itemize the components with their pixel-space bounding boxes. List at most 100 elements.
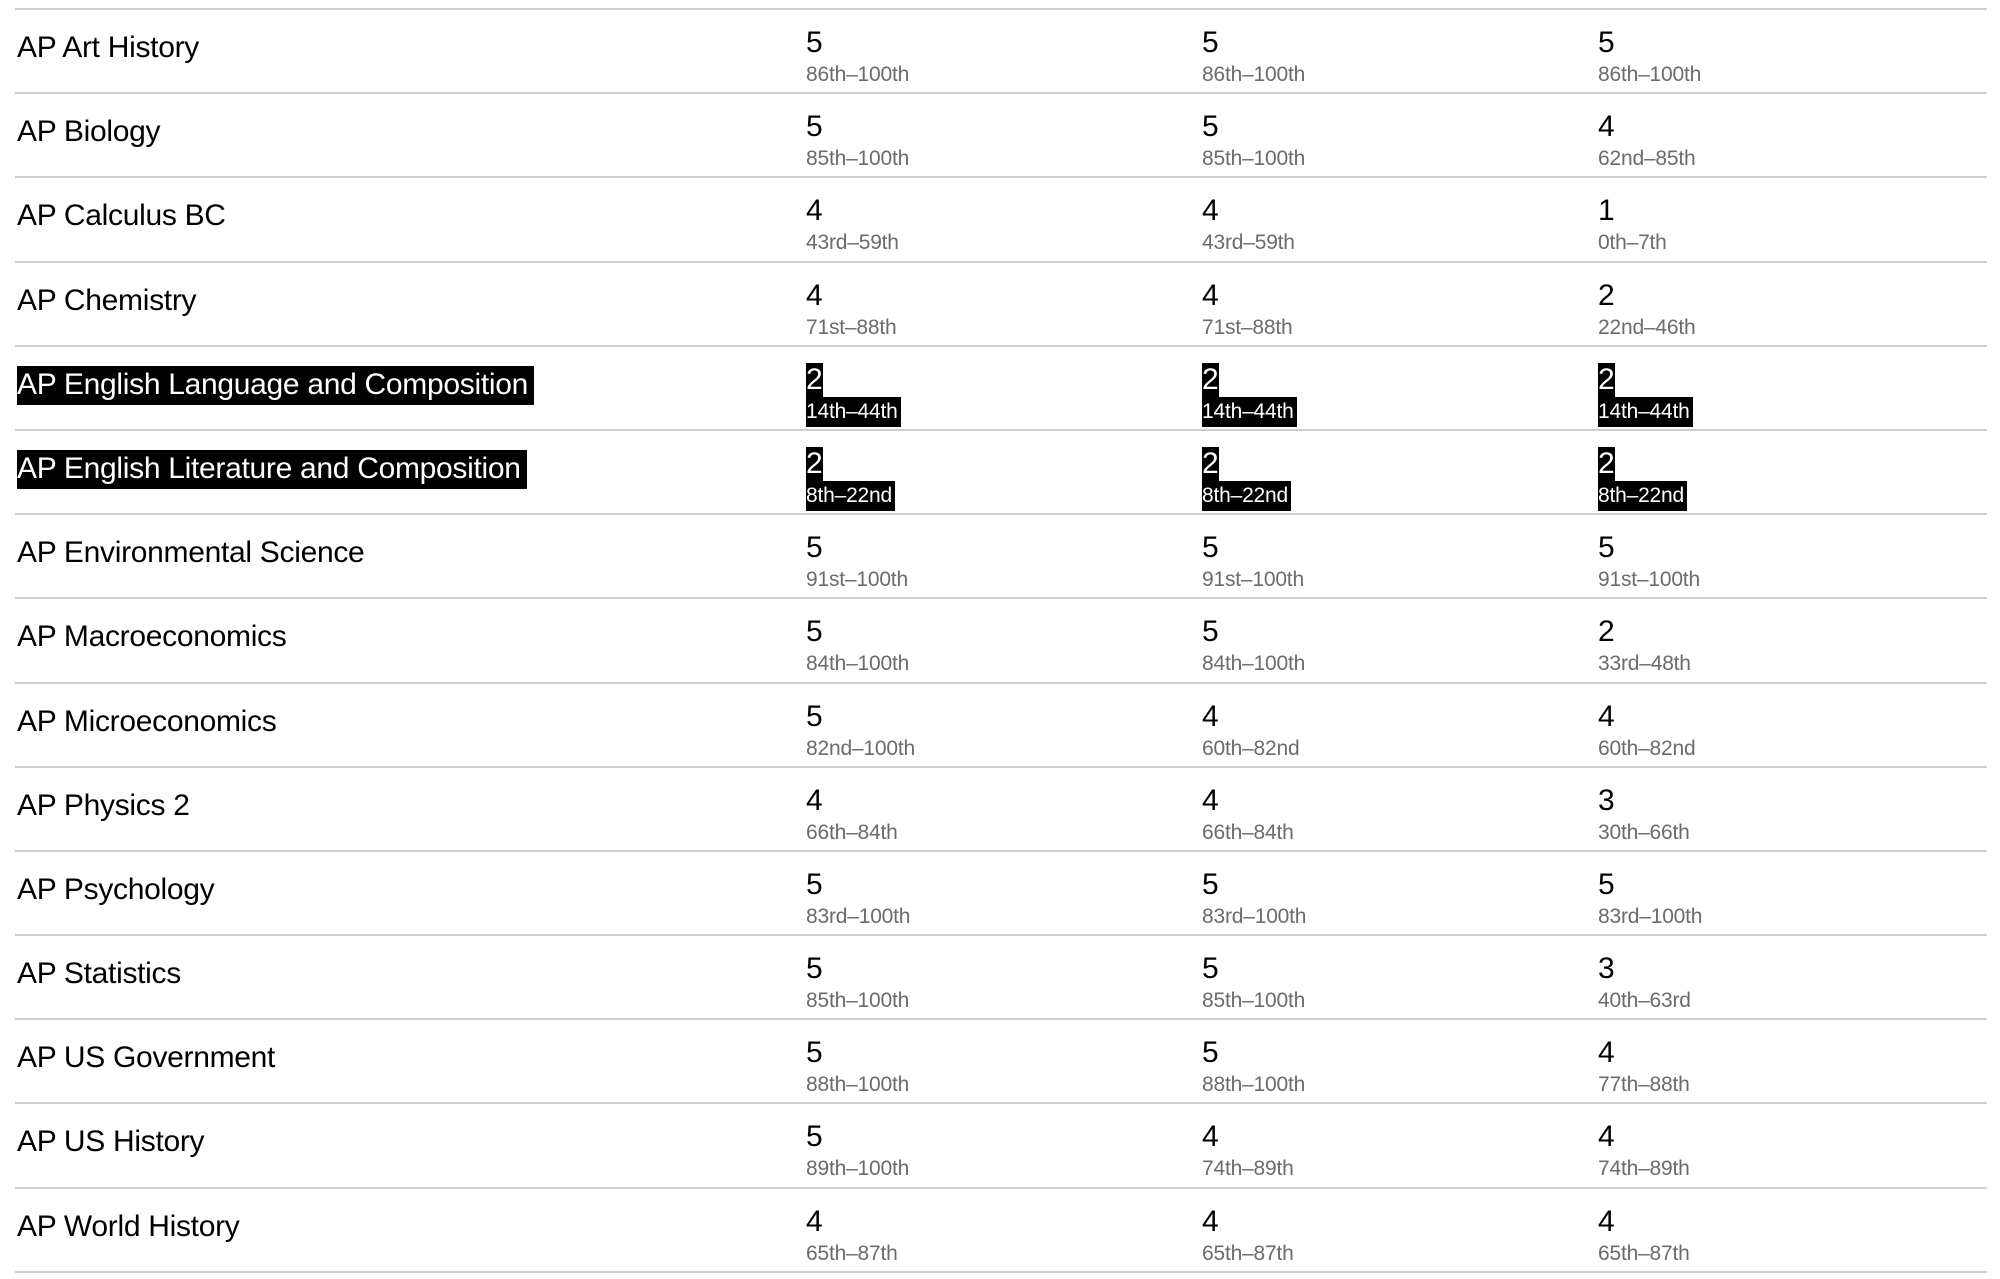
exam-name: AP US History xyxy=(17,1125,205,1159)
score-value: 5 xyxy=(1202,26,1219,59)
score-value: 4 xyxy=(1598,699,1615,733)
score-value: 2 xyxy=(1202,362,1219,397)
percentile-range: 88th–100th xyxy=(1202,1073,1306,1097)
score-value: 4 xyxy=(1598,110,1615,144)
table-row: AP Art History 5 86th–100th 5 86th–100th 5 86t… xyxy=(15,8,1987,92)
table-row: AP English Language and Composition 2 14th… xyxy=(15,344,1987,429)
score-value: 5 xyxy=(1202,110,1219,144)
percentile-range: 82nd–100th xyxy=(806,736,915,760)
result-cell: 5 83rd–100th xyxy=(1598,868,1702,932)
table-row: AP Microeconomics 5 82nd–100th 4 60th–82nd 4 6… xyxy=(15,681,1987,766)
percentile-range: 71st–88th xyxy=(806,315,897,339)
percentile-range: 43rd–59th xyxy=(806,231,899,255)
score-value: 5 xyxy=(1598,531,1615,565)
percentile-range: 66th–84th xyxy=(1202,820,1294,844)
percentile-range: 74th–89th xyxy=(1598,1157,1690,1181)
score-value: 2 xyxy=(1598,278,1615,312)
exam-name: AP Physics 2 xyxy=(17,788,190,822)
exam-name: AP Biology xyxy=(17,115,161,149)
table-row: AP US History 5 89th–100th 4 74th–89th 4 74th–… xyxy=(15,1102,1987,1186)
percentile-range: 65th–87th xyxy=(1202,1241,1294,1265)
result-cell: 2 8th–22nd xyxy=(806,446,895,511)
score-value: 4 xyxy=(806,194,823,228)
percentile-range: 8th–22nd xyxy=(1598,480,1687,511)
percentile-range: 83rd–100th xyxy=(806,904,911,928)
score-value: 5 xyxy=(806,952,823,986)
percentile-range: 66th–84th xyxy=(806,820,898,844)
percentile-range: 40th–63rd xyxy=(1598,989,1691,1013)
score-value: 4 xyxy=(1202,1204,1219,1238)
score-value: 5 xyxy=(806,615,823,649)
result-cell: 5 88th–100th xyxy=(806,1036,909,1100)
exam-name-cell: AP Microeconomics xyxy=(17,703,277,741)
result-cell: 5 86th–100th xyxy=(1598,26,1701,90)
score-value: 2 xyxy=(1598,362,1615,397)
result-cell: 2 22nd–46th xyxy=(1598,278,1696,343)
exam-name: AP English Literature and Composition xyxy=(17,449,527,489)
score-value: 5 xyxy=(806,1120,823,1154)
result-cell: 5 84th–100th xyxy=(1202,615,1305,679)
result-cell: 4 66th–84th xyxy=(806,784,898,848)
score-value: 5 xyxy=(1598,867,1615,901)
percentile-range: 14th–44th xyxy=(1598,396,1693,427)
exam-name-cell: AP Physics 2 xyxy=(17,787,190,825)
percentile-range: 83rd–100th xyxy=(1598,904,1703,928)
percentile-range: 85th–100th xyxy=(1202,147,1306,171)
result-cell: 5 82nd–100th xyxy=(806,700,915,764)
exam-name: AP Psychology xyxy=(17,872,215,906)
exam-name-cell: AP English Language and Composition xyxy=(17,365,534,405)
result-cell: 4 71st–88th xyxy=(1202,279,1293,343)
result-cell: 4 43rd–59th xyxy=(806,194,899,258)
score-value: 5 xyxy=(1202,531,1219,565)
result-cell: 5 91st–100th xyxy=(1598,531,1700,595)
score-value: 5 xyxy=(806,867,823,901)
result-cell: 5 83rd–100th xyxy=(806,868,910,932)
result-cell: 3 40th–63rd xyxy=(1598,952,1691,1016)
percentile-range: 71st–88th xyxy=(1202,315,1293,339)
score-value: 4 xyxy=(1598,1204,1615,1238)
result-cell: 2 14th–44th xyxy=(1202,362,1297,427)
exam-name-cell: AP Chemistry xyxy=(17,282,197,320)
score-value: 2 xyxy=(1598,615,1615,649)
result-cell: 5 91st–100th xyxy=(806,531,908,595)
exam-name: AP US Government xyxy=(17,1041,276,1075)
exam-name: AP Calculus BC xyxy=(17,199,226,233)
score-value: 5 xyxy=(806,26,823,59)
table-row: AP Macroeconomics 5 84th–100th 5 84th–100th 2… xyxy=(15,597,1987,681)
result-cell: 4 71st–88th xyxy=(806,279,897,343)
exam-name: AP English Language and Composition xyxy=(17,365,534,405)
exam-name: AP Macroeconomics xyxy=(17,620,287,654)
percentile-range: 74th–89th xyxy=(1202,1157,1294,1181)
table-row: AP Statistics 5 85th–100th 5 85th–100th 3 40th… xyxy=(15,934,1987,1018)
result-cell: 2 8th–22nd xyxy=(1598,446,1687,511)
percentile-range: 8th–22nd xyxy=(1202,480,1291,511)
score-value: 5 xyxy=(1598,26,1615,59)
exam-name-cell: AP Calculus BC xyxy=(17,197,226,235)
exam-name: AP Statistics xyxy=(17,957,181,991)
result-cell: 5 85th–100th xyxy=(1202,110,1305,174)
score-value: 5 xyxy=(806,110,823,144)
result-cell: 4 60th–82nd xyxy=(1598,699,1696,764)
table-row: AP English Literature and Composition 2 8t… xyxy=(15,428,1987,513)
score-value: 4 xyxy=(1202,783,1219,817)
exam-name: AP World History xyxy=(17,1209,240,1243)
table-row: AP Physics 2 4 66th–84th 4 66th–84th 3 30th–66… xyxy=(15,765,1987,850)
result-cell: 4 65th–87th xyxy=(1598,1205,1690,1269)
score-value: 3 xyxy=(1598,783,1615,817)
score-value: 4 xyxy=(1202,194,1219,228)
result-cell: 3 30th–66th xyxy=(1598,784,1690,848)
result-cell: 4 43rd–59th xyxy=(1202,194,1295,258)
result-cell: 4 66th–84th xyxy=(1202,784,1294,848)
result-cell: 1 0th–7th xyxy=(1598,194,1667,258)
result-cell: 4 74th–89th xyxy=(1598,1120,1690,1184)
percentile-range: 85th–100th xyxy=(1202,989,1306,1013)
exam-name-cell: AP Environmental Science xyxy=(17,534,365,572)
percentile-range: 30th–66th xyxy=(1598,820,1690,844)
exam-results-table: AP Art History 5 86th–100th 5 86th–100th 5 86t… xyxy=(15,8,1987,1273)
result-cell: 2 33rd–48th xyxy=(1598,615,1691,679)
result-cell: 5 91st–100th xyxy=(1202,531,1304,595)
result-cell: 5 86th–100th xyxy=(806,26,909,90)
result-cell: 4 65th–87th xyxy=(1202,1205,1294,1269)
score-value: 3 xyxy=(1598,952,1615,986)
score-value: 4 xyxy=(1202,1120,1219,1154)
